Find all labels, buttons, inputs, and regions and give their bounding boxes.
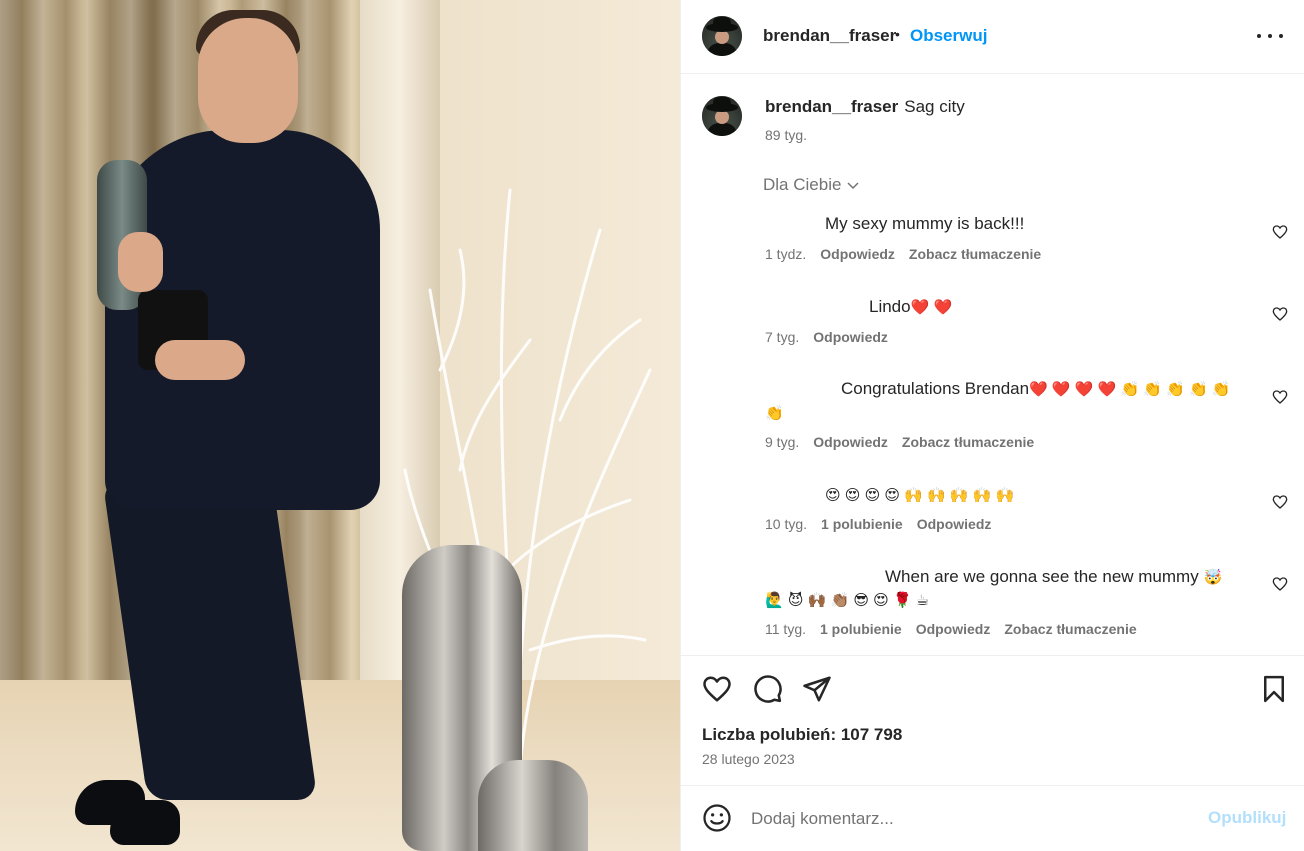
follow-button[interactable]: Obserwuj [910, 26, 987, 46]
caption-avatar[interactable] [702, 96, 742, 136]
separator-dot: • [895, 26, 900, 42]
comment-meta: 1 tydz. Odpowiedz Zobacz tłumaczenie [765, 246, 1041, 262]
divider [681, 785, 1304, 786]
translate-button[interactable]: Zobacz tłumaczenie [902, 434, 1034, 450]
comment-text: Congratulations Brendan❤️ ❤️ ❤️ ❤️ 👏 👏 👏… [841, 379, 1231, 398]
comment-text: My sexy mummy is back!!! [825, 214, 1025, 233]
comment-heart-icon[interactable] [1272, 224, 1288, 240]
person-shoe [110, 800, 180, 845]
person-hand-lower [155, 340, 245, 380]
reply-button[interactable]: Odpowiedz [916, 621, 991, 637]
reply-button[interactable]: Odpowiedz [813, 434, 888, 450]
publish-button[interactable]: Opublikuj [1208, 808, 1286, 828]
comment-time[interactable]: 9 tyg. [765, 434, 799, 450]
comment-text: Lindo❤️ ❤️ [869, 297, 953, 316]
silver-vase-small [478, 760, 588, 851]
reply-button[interactable]: Odpowiedz [813, 329, 888, 345]
comment-heart-icon[interactable] [1272, 576, 1288, 592]
comment-text: When are we gonna see the new mummy 🤯 [885, 567, 1223, 586]
comment-text: 😍 😍 😍 😍 🙌 🙌 🙌 🙌 🙌 [825, 487, 1015, 504]
comment-heart-icon[interactable] [1272, 389, 1288, 405]
comment-icon[interactable] [753, 674, 783, 704]
comment-time[interactable]: 10 tyg. [765, 516, 807, 532]
comment-input[interactable] [751, 804, 1181, 834]
person-head [198, 18, 298, 143]
post-sidebar: brendan__fraser • Obserwuj brendan__fras… [680, 0, 1304, 851]
translate-button[interactable]: Zobacz tłumaczenie [909, 246, 1041, 262]
post-date[interactable]: 28 lutego 2023 [702, 751, 795, 767]
comment-filter-dropdown[interactable]: Dla Ciebie [763, 175, 861, 195]
chevron-down-icon [847, 182, 859, 190]
comment-meta: 9 tyg. Odpowiedz Zobacz tłumaczenie [765, 434, 1034, 450]
header-username[interactable]: brendan__fraser [763, 26, 896, 46]
divider [681, 655, 1304, 656]
likes-count-button[interactable]: 1 polubienie [820, 621, 902, 637]
post-image[interactable] [0, 0, 680, 851]
caption-username[interactable]: brendan__fraser [765, 97, 898, 116]
post-header: brendan__fraser • Obserwuj [681, 0, 1304, 74]
caption: brendan__fraser Sag city [765, 97, 965, 117]
comment-heart-icon[interactable] [1272, 306, 1288, 322]
likes-count[interactable]: Liczba polubień: 107 798 [702, 725, 902, 745]
comment-text-line2: 🙋‍♂️ 😈 🙌🏾 👏🏽 😎 😍 🌹 ☕ [765, 592, 930, 609]
comment-heart-icon[interactable] [1272, 494, 1288, 510]
smiley-icon[interactable] [702, 803, 732, 833]
caption-time[interactable]: 89 tyg. [765, 127, 807, 143]
likes-count-button[interactable]: 1 polubienie [821, 516, 903, 532]
heart-icon[interactable] [702, 674, 732, 704]
person-hand [118, 232, 163, 292]
comment-time[interactable]: 11 tyg. [765, 621, 806, 637]
comment-meta: 7 tyg. Odpowiedz [765, 329, 888, 345]
comment-meta: 10 tyg. 1 polubienie Odpowiedz [765, 516, 991, 532]
caption-text: Sag city [904, 97, 965, 116]
reply-button[interactable]: Odpowiedz [917, 516, 992, 532]
comment-time[interactable]: 1 tydz. [765, 246, 806, 262]
filter-label: Dla Ciebie [763, 175, 842, 194]
more-options-icon[interactable] [1257, 24, 1283, 48]
avatar[interactable] [702, 16, 742, 56]
reply-button[interactable]: Odpowiedz [820, 246, 895, 262]
comment-text-line2: 👏 [765, 405, 784, 422]
send-icon[interactable] [802, 674, 832, 704]
translate-button[interactable]: Zobacz tłumaczenie [1004, 621, 1136, 637]
comment-time[interactable]: 7 tyg. [765, 329, 799, 345]
comment-meta: 11 tyg. 1 polubienie Odpowiedz Zobacz tł… [765, 621, 1137, 637]
bookmark-icon[interactable] [1259, 674, 1289, 704]
